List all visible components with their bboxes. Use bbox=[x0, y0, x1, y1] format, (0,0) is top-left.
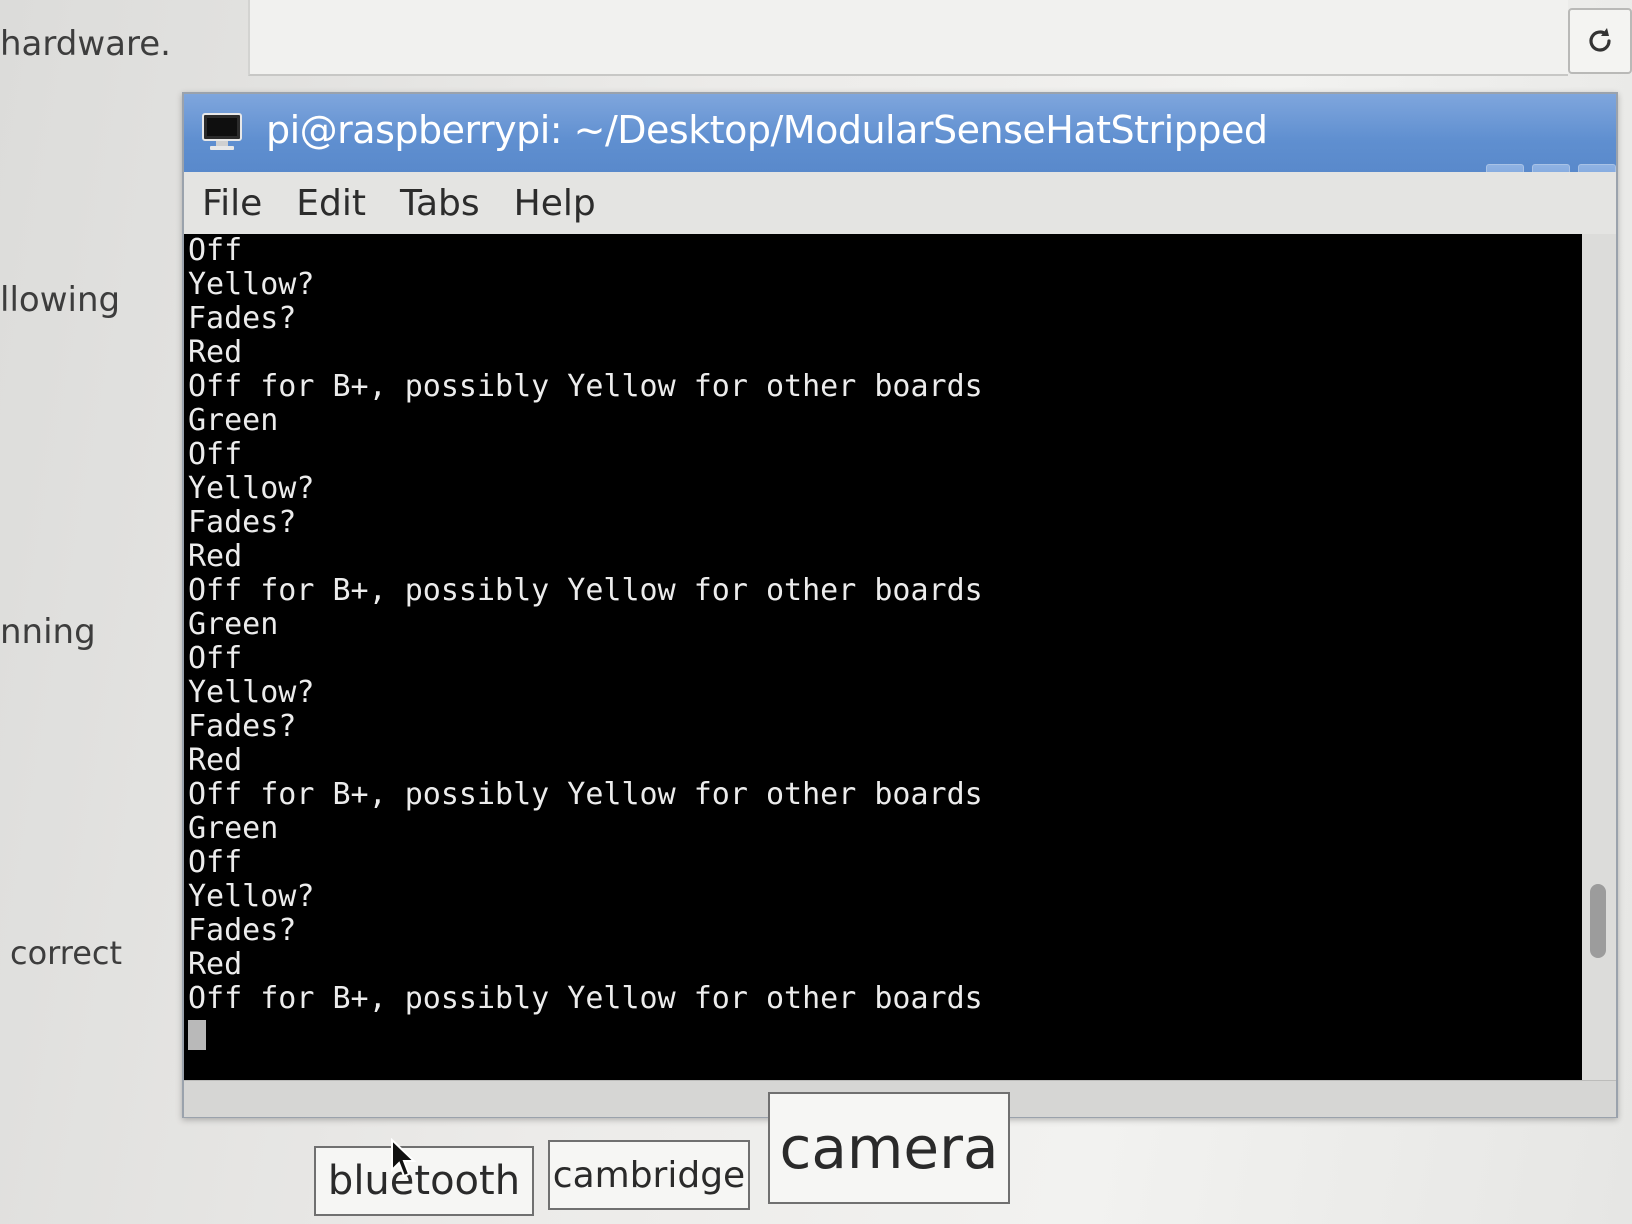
terminal-line: Yellow? bbox=[188, 675, 315, 710]
terminal-line: Off bbox=[188, 845, 243, 880]
terminal-line: Red bbox=[188, 743, 243, 778]
terminal-line: Fades? bbox=[188, 709, 297, 744]
terminal-line: Red bbox=[188, 335, 243, 370]
terminal-line: Off for B+, possibly Yellow for other bo… bbox=[188, 573, 983, 608]
scrollbar-thumb[interactable] bbox=[1590, 884, 1606, 958]
terminal-line: Red bbox=[188, 947, 243, 982]
reload-button[interactable] bbox=[1568, 8, 1632, 74]
menu-edit[interactable]: Edit bbox=[296, 183, 366, 224]
terminal-monitor-icon bbox=[202, 113, 242, 150]
terminal-line: Off for B+, possibly Yellow for other bo… bbox=[188, 981, 983, 1016]
terminal-line: Green bbox=[188, 607, 279, 642]
terminal-line: Red bbox=[188, 539, 243, 574]
terminal-line: Yellow? bbox=[188, 471, 315, 506]
page-text-correct: correct bbox=[10, 934, 123, 972]
reload-icon bbox=[1589, 28, 1611, 52]
terminal-line: Green bbox=[188, 403, 279, 438]
tag-cambridge[interactable]: cambridge bbox=[548, 1140, 750, 1210]
terminal-line: Fades? bbox=[188, 301, 297, 336]
terminal-line: Off for B+, possibly Yellow for other bo… bbox=[188, 777, 983, 812]
terminal-line: Off for B+, possibly Yellow for other bo… bbox=[188, 369, 983, 404]
terminal-line: Yellow? bbox=[188, 879, 315, 914]
page-text-running: nning bbox=[0, 612, 96, 652]
page-text-following: llowing bbox=[0, 280, 121, 320]
terminal-cursor bbox=[188, 1020, 206, 1050]
terminal-line: Yellow? bbox=[188, 267, 315, 302]
terminal-line: Green bbox=[188, 811, 279, 846]
tag-bluetooth[interactable]: bluetooth bbox=[314, 1146, 534, 1216]
menu-bar: File Edit Tabs Help bbox=[184, 172, 1616, 234]
terminal-line: Fades? bbox=[188, 505, 297, 540]
terminal-window[interactable]: pi@raspberrypi: ~/Desktop/ModularSenseHa… bbox=[182, 92, 1618, 1118]
address-bar[interactable] bbox=[248, 0, 1568, 76]
menu-help[interactable]: Help bbox=[514, 183, 596, 224]
terminal-output-area[interactable]: Off Yellow? Fades? Red Off for B+, possi… bbox=[184, 234, 1582, 1080]
terminal-line: Off bbox=[188, 234, 243, 268]
window-title: pi@raspberrypi: ~/Desktop/ModularSenseHa… bbox=[266, 108, 1268, 152]
terminal-output: Off Yellow? Fades? Red Off for B+, possi… bbox=[184, 234, 1582, 1050]
menu-tabs[interactable]: Tabs bbox=[400, 183, 480, 224]
menu-file[interactable]: File bbox=[202, 183, 262, 224]
terminal-line: Off bbox=[188, 437, 243, 472]
window-titlebar[interactable]: pi@raspberrypi: ~/Desktop/ModularSenseHa… bbox=[184, 94, 1616, 202]
screen: hardware. llowing nning correct pi@raspb… bbox=[0, 0, 1632, 1224]
terminal-line: Fades? bbox=[188, 913, 297, 948]
terminal-line: Off bbox=[188, 641, 243, 676]
page-text-hardware: hardware. bbox=[0, 24, 171, 64]
tag-camera[interactable]: camera bbox=[768, 1092, 1010, 1204]
terminal-scrollbar[interactable] bbox=[1582, 234, 1616, 1080]
mouse-pointer-icon bbox=[391, 1138, 417, 1178]
